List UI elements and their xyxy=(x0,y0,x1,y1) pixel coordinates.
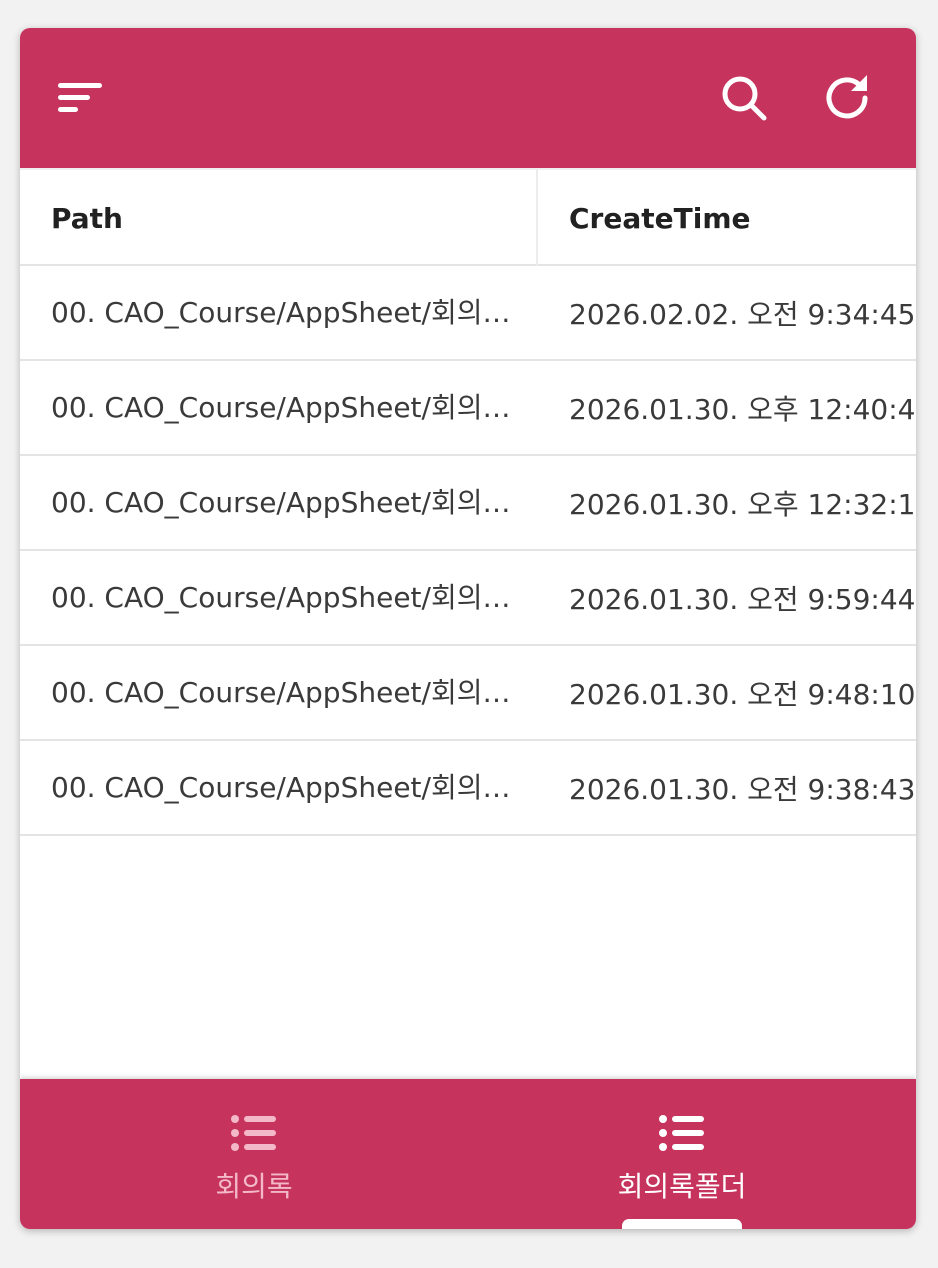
cell-path: 00. CAO_Course/AppSheet/회의… xyxy=(51,486,511,519)
cell-path: 00. CAO_Course/AppSheet/회의… xyxy=(51,296,511,329)
cell-createtime: 2026.01.30. 오전 9:48:10 xyxy=(569,677,916,711)
nav-item-meeting-notes-folder[interactable]: 회의록폴더 xyxy=(458,1079,906,1229)
cell-createtime: 2026.01.30. 오전 9:38:43 xyxy=(569,772,916,806)
table-row[interactable]: 00. CAO_Course/AppSheet/회의… 2026.01.30. … xyxy=(20,646,916,741)
top-app-bar xyxy=(20,28,916,168)
column-header-path[interactable]: Path xyxy=(20,170,538,266)
search-button[interactable] xyxy=(714,68,774,128)
table-row[interactable]: 00. CAO_Course/AppSheet/회의… 2026.02.02. … xyxy=(20,266,916,361)
table-row[interactable]: 00. CAO_Course/AppSheet/회의… 2026.01.30. … xyxy=(20,456,916,551)
cell-path: 00. CAO_Course/AppSheet/회의… xyxy=(51,391,511,424)
list-icon xyxy=(659,1115,704,1151)
active-tab-indicator xyxy=(622,1219,742,1229)
bottom-nav-bar: 회의록 회의록폴더 xyxy=(20,1079,916,1229)
cell-path: 00. CAO_Course/AppSheet/회의… xyxy=(51,771,511,804)
app-window: Path CreateTime 00. CAO_Course/AppSheet/… xyxy=(20,28,916,1229)
list-icon xyxy=(231,1115,276,1151)
search-icon xyxy=(722,76,767,121)
refresh-icon xyxy=(826,75,868,119)
nav-label-meeting-notes-folder: 회의록폴더 xyxy=(617,1170,747,1203)
table-row[interactable]: 00. CAO_Course/AppSheet/회의… 2026.01.30. … xyxy=(20,741,916,836)
table-row[interactable]: 00. CAO_Course/AppSheet/회의… 2026.01.30. … xyxy=(20,551,916,646)
sort-icon xyxy=(58,83,102,112)
refresh-button[interactable] xyxy=(818,68,878,128)
column-header-createtime[interactable]: CreateTime xyxy=(538,170,916,266)
nav-label-meeting-notes: 회의록 xyxy=(215,1170,293,1203)
sort-button[interactable] xyxy=(50,68,110,128)
table-row[interactable]: 00. CAO_Course/AppSheet/회의… 2026.01.30. … xyxy=(20,361,916,456)
cell-path: 00. CAO_Course/AppSheet/회의… xyxy=(51,676,511,709)
nav-item-meeting-notes[interactable]: 회의록 xyxy=(30,1079,478,1229)
cell-path: 00. CAO_Course/AppSheet/회의… xyxy=(51,581,511,614)
table-view: Path CreateTime 00. CAO_Course/AppSheet/… xyxy=(20,168,916,1107)
cell-createtime: 2026.02.02. 오전 9:34:45 xyxy=(569,297,916,331)
table-header: Path CreateTime xyxy=(20,168,916,266)
cell-createtime: 2026.01.30. 오전 9:59:44 xyxy=(569,582,916,616)
cell-createtime: 2026.01.30. 오후 12:40:4 xyxy=(569,392,916,426)
cell-createtime: 2026.01.30. 오후 12:32:1 xyxy=(569,487,916,521)
